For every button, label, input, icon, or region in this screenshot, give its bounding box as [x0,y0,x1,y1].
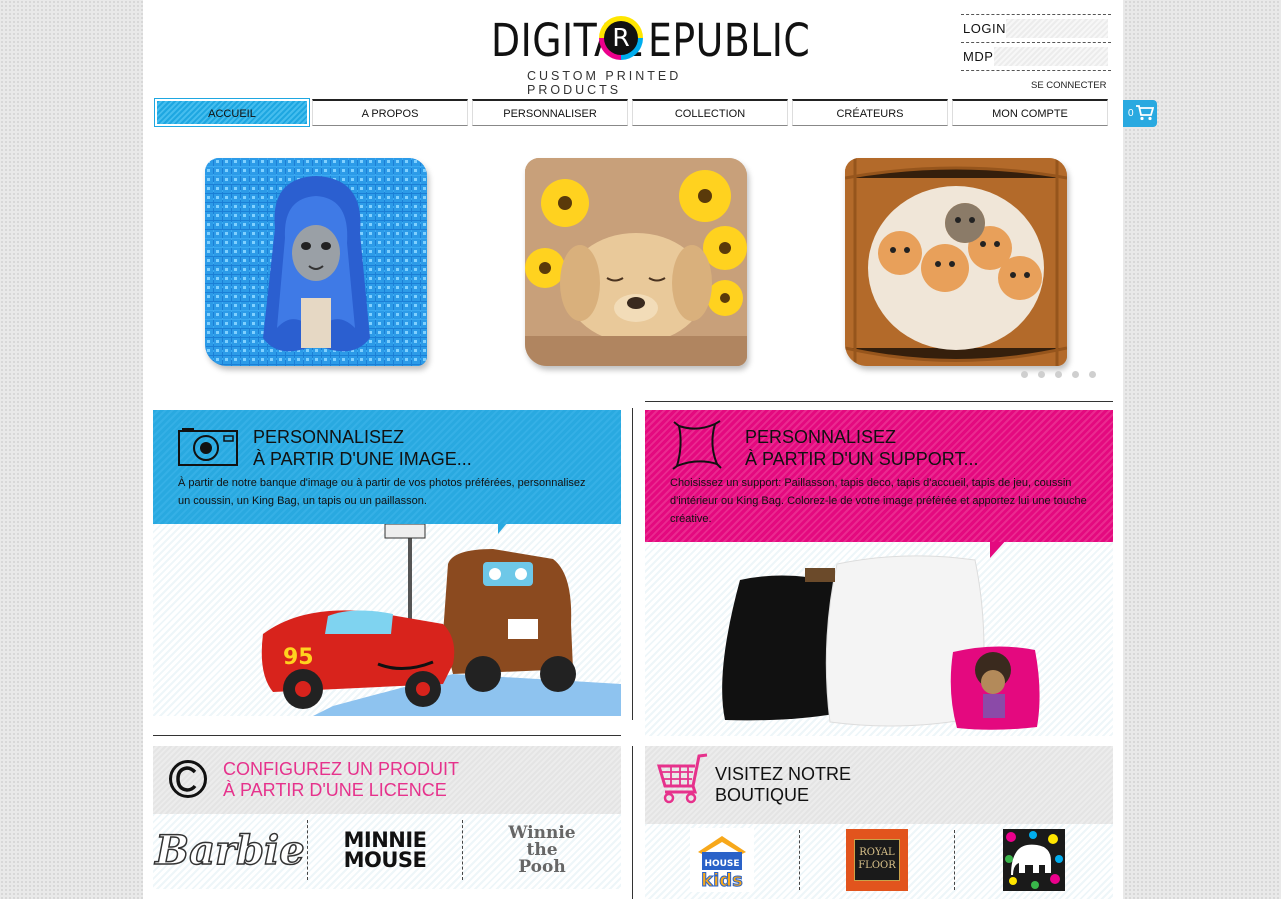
cart-icon [1136,105,1154,121]
shop-logos-row: HOUSE kids ROYAL FLOOR [645,824,1113,899]
panel-title-line2: BOUTIQUE [715,785,810,805]
brand-logo-minnie[interactable]: MINNIE MOUSE [308,814,462,886]
carousel-dot[interactable] [1038,371,1045,378]
carousel-dot[interactable] [1072,371,1079,378]
login-label: LOGIN [963,21,1006,36]
nav-personnaliser[interactable]: PERSONNALISER [472,99,628,126]
beanbags-illustration [722,528,1040,730]
panel-title-line1: VISITEZ NOTRE [715,764,852,784]
brand-logo-barbie[interactable]: Barbie [153,814,307,886]
royal-floor-line1: ROYAL [859,847,895,858]
brand-logos-row: Barbie MINNIE MOUSE Winnie the Pooh [153,814,621,889]
logo-tagline: CUSTOM PRINTED PRODUCTS [527,69,682,97]
royal-floor-line2: FLOOR [858,860,896,871]
shop-logo-house-of-kids[interactable]: HOUSE kids [645,824,799,896]
panel-title-line1: PERSONNALISEZ [745,427,897,447]
elephant-pattern-logo [1003,829,1065,891]
house-of-kids-logo: HOUSE kids [690,828,754,892]
panel-image-area: 95 [153,510,621,716]
brand-name: MINNIE MOUSE [343,828,427,872]
panel-description: Choisissez un support: Paillasson, tapis… [670,477,1087,525]
panel-title-line2: À PARTIR D'UNE LICENCE [223,780,447,800]
carousel-dot[interactable] [1089,371,1096,378]
brand-name: Winnie the Pooh [508,822,576,877]
panel-title-line1: CONFIGUREZ UN PRODUIT [223,759,459,779]
personalize-image-panel[interactable]: PERSONNALISEZ À PARTIR D'UNE IMAGE... À … [153,410,621,716]
cushion-image-kittens [845,158,1067,366]
logo-r-mark: R [599,16,643,60]
shop-panel[interactable]: VISITEZ NOTRE BOUTIQUE HOUSE kids ROYAL … [645,746,1113,899]
panel-title: CONFIGUREZ UN PRODUIT À PARTIR D'UNE LIC… [223,759,459,801]
section-divider [153,735,621,736]
logo-r-letter: R [604,21,638,55]
nav-accueil[interactable]: ACCUEIL [154,98,310,127]
login-divider [961,70,1111,71]
cart-button[interactable]: 0 [1123,100,1157,127]
login-input[interactable] [1006,19,1108,38]
brand-name: Barbie [155,826,306,875]
svg-text:kids: kids [701,870,743,891]
carousel-slide-1[interactable] [197,150,437,376]
password-input[interactable] [994,47,1108,66]
login-row: LOGIN [961,14,1111,42]
nav-collection[interactable]: COLLECTION [632,99,788,126]
panel-title-line2: À PARTIR D'UNE IMAGE... [253,449,472,469]
carousel-slide-3[interactable] [837,150,1077,376]
svg-text:95: 95 [283,645,314,670]
cushion-icon [672,420,722,470]
svg-text:HOUSE: HOUSE [704,859,739,869]
password-label: MDP [963,49,994,64]
cars-illustration: 95 [261,510,621,716]
column-divider [632,408,633,720]
login-button[interactable]: SE CONNECTER [1031,80,1106,91]
section-divider [645,401,1113,402]
panel-title: VISITEZ NOTRE BOUTIQUE [715,764,851,806]
carousel-slide-2[interactable] [517,150,757,376]
cushion-image-cat [205,158,427,366]
carousel-dot[interactable] [1055,371,1062,378]
panel-title: PERSONNALISEZ À PARTIR D'UNE IMAGE... [253,426,472,470]
royal-floor-text: ROYAL FLOOR [854,839,900,881]
logo-text-right: EPUBLIC [648,14,811,67]
panel-image-area [645,528,1113,736]
password-row: MDP [961,42,1111,70]
brand-logo-pooh[interactable]: Winnie the Pooh [463,814,621,886]
page-container: DIGITAL R EPUBLIC CUSTOM PRINTED PRODUCT… [143,0,1123,899]
shopping-cart-icon [656,753,708,804]
panel-title: PERSONNALISEZ À PARTIR D'UN SUPPORT... [745,426,978,470]
site-logo[interactable]: DIGITAL R EPUBLIC CUSTOM PRINTED PRODUCT… [491,12,810,97]
panel-title-line2: À PARTIR D'UN SUPPORT... [745,449,979,469]
shop-logo-elephant[interactable] [955,824,1113,896]
nav-a-propos[interactable]: A PROPOS [312,99,468,126]
nav-mon-compte[interactable]: MON COMPTE [952,99,1108,126]
copyright-icon [169,760,207,798]
camera-icon [178,428,238,466]
personalize-support-panel[interactable]: PERSONNALISEZ À PARTIR D'UN SUPPORT... C… [645,410,1113,736]
cushion-image-puppy [525,158,747,366]
shop-logo-royal-floor[interactable]: ROYAL FLOOR [800,824,954,896]
column-divider [632,746,633,899]
cart-count: 0 [1128,108,1134,119]
royal-floor-badge: ROYAL FLOOR [846,829,908,891]
carousel-dot[interactable] [1021,371,1028,378]
license-panel[interactable]: CONFIGUREZ UN PRODUIT À PARTIR D'UNE LIC… [153,746,621,889]
login-form: LOGIN MDP [961,14,1111,71]
panel-description: À partir de notre banque d'image ou à pa… [178,477,586,507]
nav-createurs[interactable]: CRÉATEURS [792,99,948,126]
panel-title-line1: PERSONNALISEZ [253,427,405,447]
